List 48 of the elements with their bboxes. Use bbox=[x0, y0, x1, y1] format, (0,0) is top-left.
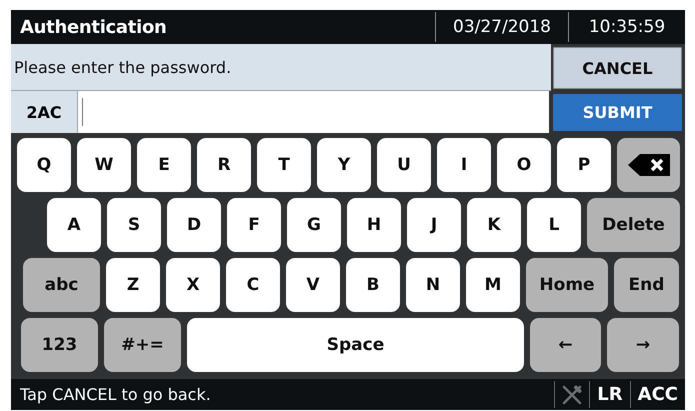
status-indicator: LR bbox=[589, 381, 630, 408]
key[interactable]: C bbox=[226, 258, 280, 312]
key[interactable]: J bbox=[407, 198, 461, 252]
key[interactable]: 123 bbox=[21, 318, 98, 372]
key[interactable]: L bbox=[527, 198, 581, 252]
backspace-key[interactable] bbox=[617, 138, 680, 192]
key[interactable]: Space bbox=[187, 318, 524, 372]
key[interactable]: F bbox=[227, 198, 281, 252]
key[interactable]: ← bbox=[530, 318, 601, 372]
key[interactable]: abc bbox=[23, 258, 100, 312]
tools-icon bbox=[561, 384, 584, 406]
key[interactable]: H bbox=[347, 198, 401, 252]
key[interactable]: X bbox=[166, 258, 220, 312]
key[interactable]: W bbox=[77, 138, 131, 192]
key[interactable]: N bbox=[406, 258, 460, 312]
key[interactable]: A bbox=[47, 198, 101, 252]
date: 03/27/2018 bbox=[435, 12, 568, 42]
key[interactable]: P bbox=[557, 138, 611, 192]
cancel-button[interactable]: CANCEL bbox=[553, 47, 682, 89]
key[interactable]: K bbox=[467, 198, 521, 252]
key[interactable]: S bbox=[107, 198, 161, 252]
key[interactable]: End bbox=[614, 258, 679, 312]
key[interactable]: B bbox=[346, 258, 400, 312]
key[interactable]: T bbox=[257, 138, 311, 192]
key[interactable]: Delete bbox=[587, 198, 680, 252]
key[interactable]: Home bbox=[526, 258, 608, 312]
key[interactable]: Z bbox=[106, 258, 160, 312]
backspace-icon bbox=[628, 154, 670, 176]
key[interactable]: U bbox=[377, 138, 431, 192]
key[interactable]: G bbox=[287, 198, 341, 252]
submit-button[interactable]: SUBMIT bbox=[553, 94, 682, 131]
window-title: Authentication bbox=[19, 16, 168, 40]
status-indicator: ACC bbox=[630, 381, 685, 408]
key[interactable]: O bbox=[497, 138, 551, 192]
key[interactable]: #+= bbox=[104, 318, 181, 372]
key[interactable]: E bbox=[137, 138, 191, 192]
time: 10:35:59 bbox=[568, 12, 685, 42]
key[interactable]: Q bbox=[17, 138, 71, 192]
prompt-message: Please enter the password. bbox=[11, 44, 551, 91]
key[interactable]: I bbox=[437, 138, 491, 192]
key[interactable]: Y bbox=[317, 138, 371, 192]
key[interactable]: D bbox=[167, 198, 221, 252]
field-prefix: 2AC bbox=[11, 91, 78, 133]
key[interactable]: M bbox=[466, 258, 520, 312]
status-hint: Tap CANCEL to go back. bbox=[19, 384, 212, 406]
key[interactable]: V bbox=[286, 258, 340, 312]
key[interactable]: R bbox=[197, 138, 251, 192]
key[interactable]: → bbox=[607, 318, 679, 372]
